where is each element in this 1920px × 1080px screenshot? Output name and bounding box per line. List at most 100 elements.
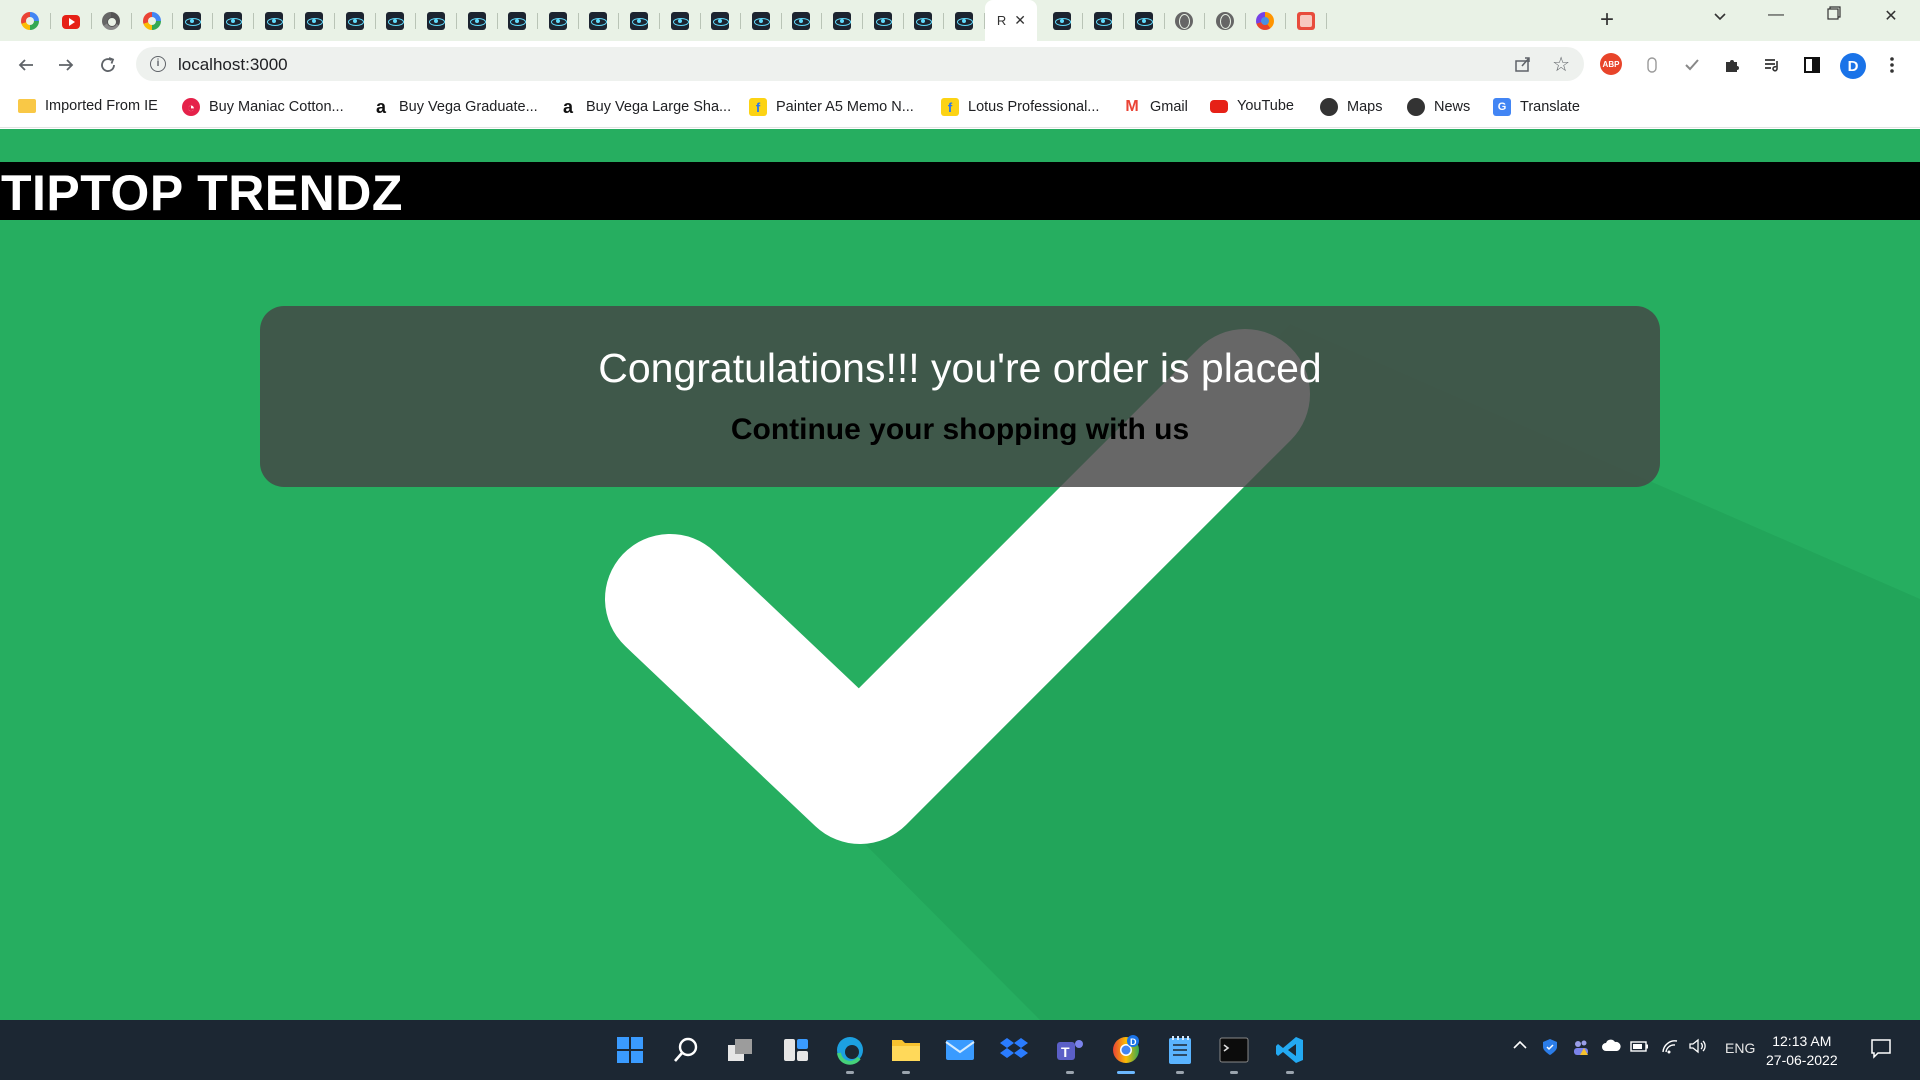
browser-tab[interactable] bbox=[456, 4, 498, 37]
brand-logo[interactable]: TIPTOP TRENDZ bbox=[1, 165, 403, 221]
task-view-icon[interactable] bbox=[722, 1032, 758, 1068]
close-window-button[interactable]: ✕ bbox=[1867, 6, 1915, 26]
globe-icon bbox=[1320, 98, 1338, 116]
dropbox-icon[interactable] bbox=[996, 1032, 1032, 1068]
back-button[interactable] bbox=[12, 51, 40, 79]
site-info-icon[interactable]: i bbox=[150, 56, 166, 72]
browser-tab[interactable] bbox=[1082, 4, 1124, 37]
reload-button[interactable] bbox=[94, 51, 122, 79]
search-icon[interactable] bbox=[668, 1032, 704, 1068]
bookmark-item[interactable]: Imported From IE bbox=[18, 98, 158, 114]
browser-tab[interactable] bbox=[943, 4, 985, 37]
react-icon bbox=[1053, 11, 1072, 30]
google-icon bbox=[21, 11, 39, 30]
browser-tab[interactable] bbox=[50, 4, 92, 37]
bookmark-item[interactable]: G Translate bbox=[1493, 98, 1580, 116]
tab-search-chevron-icon[interactable] bbox=[1712, 9, 1728, 25]
browser-tab[interactable] bbox=[496, 4, 539, 37]
extension-check-icon[interactable] bbox=[1680, 53, 1704, 77]
share-icon[interactable] bbox=[1514, 55, 1532, 78]
bookmark-label: Lotus Professional... bbox=[968, 99, 1100, 115]
browser-tab[interactable] bbox=[1163, 4, 1206, 37]
browser-tab[interactable] bbox=[1285, 4, 1327, 37]
react-icon bbox=[467, 11, 486, 30]
browser-tab[interactable] bbox=[1123, 4, 1165, 37]
bookmark-label: Imported From IE bbox=[45, 98, 158, 114]
onedrive-cloud-icon[interactable] bbox=[1601, 1038, 1621, 1055]
battery-icon[interactable] bbox=[1630, 1038, 1650, 1057]
volume-icon[interactable] bbox=[1688, 1038, 1708, 1057]
profile-avatar[interactable]: D bbox=[1840, 53, 1866, 79]
side-panel-icon[interactable] bbox=[1800, 53, 1824, 77]
browser-tab[interactable] bbox=[577, 4, 620, 37]
file-explorer-icon[interactable] bbox=[888, 1032, 924, 1074]
media-controls-icon[interactable] bbox=[1760, 53, 1784, 77]
wifi-icon[interactable] bbox=[1661, 1038, 1679, 1057]
show-hidden-icons-chevron-icon[interactable] bbox=[1512, 1038, 1528, 1055]
mail-icon[interactable] bbox=[942, 1032, 978, 1068]
extensions-puzzle-icon[interactable] bbox=[1720, 53, 1744, 77]
close-tab-icon[interactable]: ✕ bbox=[1014, 12, 1026, 29]
browser-tab[interactable] bbox=[537, 4, 579, 37]
browser-tab[interactable] bbox=[902, 4, 945, 37]
bookmark-item[interactable]: ◔ Buy Maniac Cotton... bbox=[182, 98, 344, 116]
browser-tab[interactable] bbox=[334, 4, 376, 37]
forward-button[interactable] bbox=[52, 51, 80, 79]
url-text[interactable]: localhost:3000 bbox=[178, 55, 288, 75]
widgets-icon[interactable] bbox=[778, 1032, 814, 1068]
chrome-icon[interactable]: D bbox=[1108, 1032, 1144, 1074]
security-shield-icon[interactable] bbox=[1541, 1038, 1559, 1059]
browser-tab[interactable] bbox=[821, 4, 863, 37]
teams-tray-icon[interactable] bbox=[1572, 1038, 1590, 1059]
bookmark-item[interactable]: f Lotus Professional... bbox=[941, 98, 1099, 116]
browser-tab[interactable] bbox=[699, 4, 742, 37]
extension-hand-icon[interactable] bbox=[1640, 53, 1664, 77]
notepad-icon[interactable] bbox=[1162, 1032, 1198, 1074]
notifications-icon[interactable] bbox=[1870, 1037, 1892, 1062]
bookmark-item[interactable]: News bbox=[1407, 98, 1470, 116]
chrome-menu-icon[interactable] bbox=[1880, 53, 1904, 77]
language-indicator[interactable]: ENG bbox=[1725, 1040, 1755, 1056]
bookmark-item[interactable]: a Buy Vega Graduate... bbox=[372, 97, 538, 117]
browser-tab[interactable] bbox=[780, 4, 823, 37]
browser-tab[interactable] bbox=[90, 4, 133, 37]
browser-tab[interactable] bbox=[740, 4, 782, 37]
edge-icon[interactable] bbox=[832, 1032, 868, 1074]
maniac-icon: ◔ bbox=[182, 98, 200, 116]
browser-tab[interactable] bbox=[212, 4, 254, 37]
react-icon bbox=[224, 11, 242, 30]
restore-button[interactable] bbox=[1810, 6, 1858, 25]
browser-tab[interactable] bbox=[862, 4, 904, 37]
active-browser-tab[interactable]: R ✕ bbox=[985, 0, 1038, 41]
browser-tab[interactable] bbox=[374, 4, 417, 37]
adblock-plus-icon[interactable]: ABP bbox=[1600, 53, 1622, 75]
react-icon bbox=[508, 11, 527, 30]
bookmark-item[interactable]: M Gmail bbox=[1123, 98, 1188, 116]
browser-tab[interactable] bbox=[131, 4, 173, 37]
browser-tab[interactable] bbox=[659, 4, 701, 37]
clock[interactable]: 12:13 AM 27-06-2022 bbox=[1766, 1032, 1838, 1070]
browser-tab[interactable] bbox=[293, 4, 336, 37]
terminal-icon[interactable] bbox=[1216, 1032, 1252, 1074]
new-tab-button[interactable]: + bbox=[1600, 8, 1614, 32]
teams-icon[interactable]: T bbox=[1052, 1032, 1088, 1074]
browser-tab[interactable] bbox=[1204, 4, 1246, 37]
browser-tab[interactable] bbox=[618, 4, 660, 37]
browser-tab[interactable] bbox=[253, 4, 295, 37]
bookmark-star-icon[interactable]: ☆ bbox=[1552, 52, 1570, 77]
react-icon bbox=[386, 11, 405, 30]
browser-tab[interactable] bbox=[1041, 4, 1084, 37]
bookmark-item[interactable]: a Buy Vega Large Sha... bbox=[559, 97, 731, 117]
bookmark-item[interactable]: f Painter A5 Memo N... bbox=[749, 98, 914, 116]
folder-icon bbox=[18, 99, 36, 113]
bookmark-item[interactable]: YouTube bbox=[1210, 98, 1294, 114]
minimize-button[interactable]: — bbox=[1752, 6, 1800, 24]
browser-tab[interactable] bbox=[1244, 4, 1287, 37]
vscode-icon[interactable] bbox=[1272, 1032, 1308, 1074]
address-bar[interactable]: i localhost:3000 ☆ bbox=[136, 47, 1584, 81]
windows-start-icon[interactable] bbox=[612, 1032, 648, 1068]
browser-tab[interactable] bbox=[171, 4, 214, 37]
browser-tab[interactable] bbox=[415, 4, 457, 37]
bookmark-item[interactable]: Maps bbox=[1320, 98, 1382, 116]
browser-tab[interactable] bbox=[9, 4, 51, 37]
